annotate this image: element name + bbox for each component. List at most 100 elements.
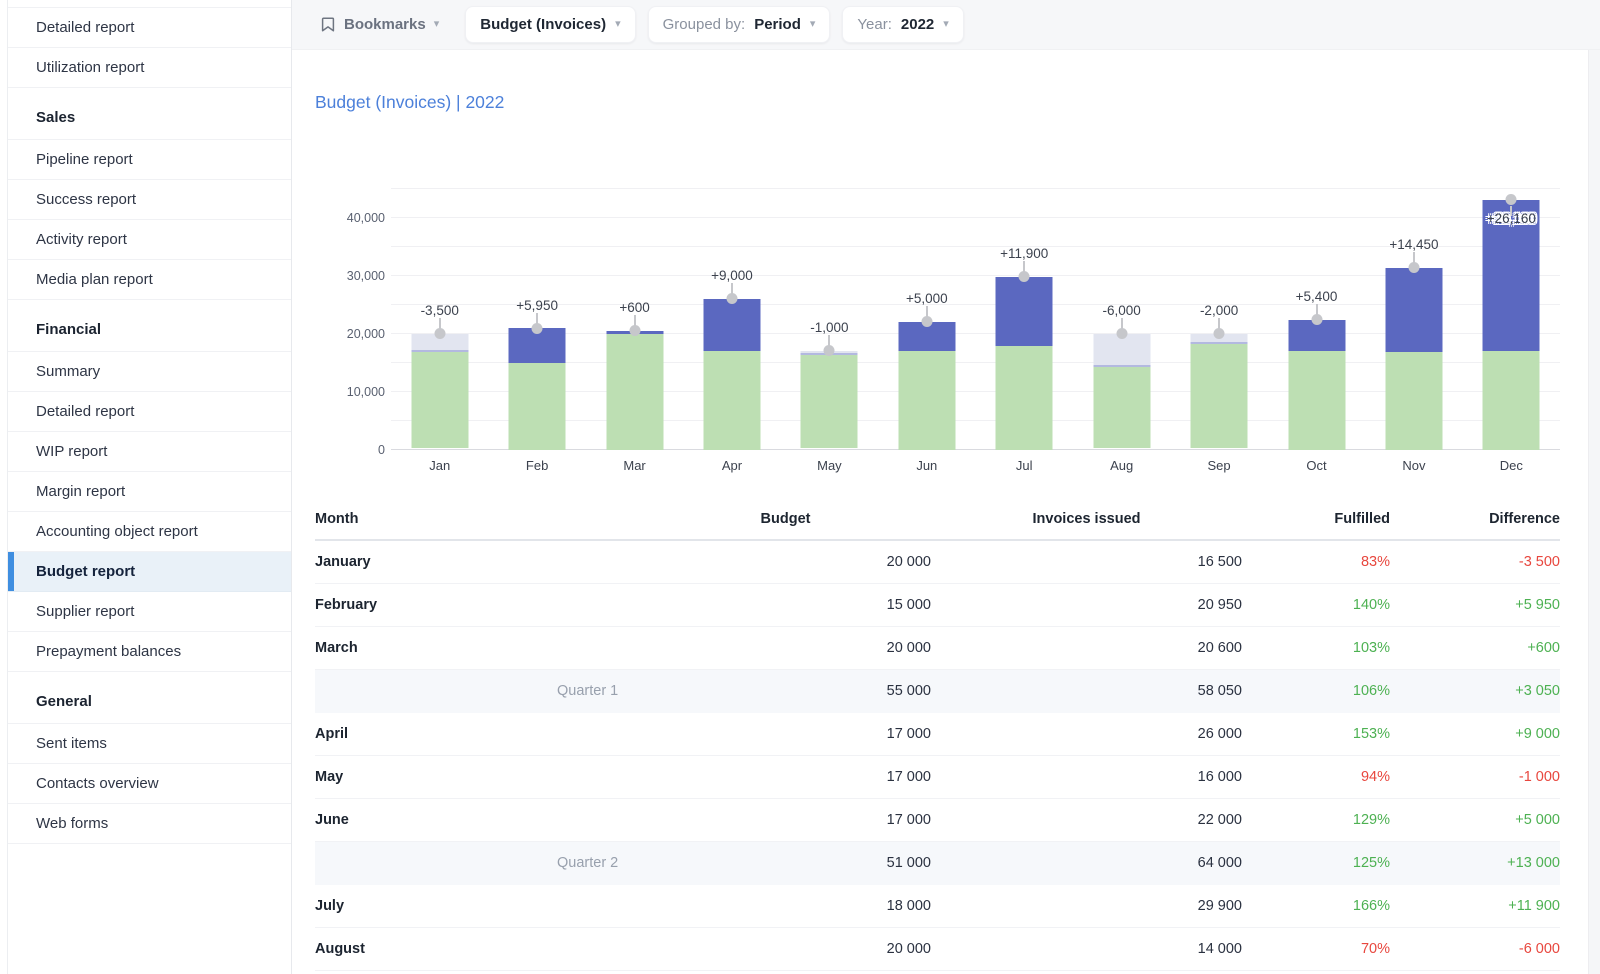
budget-bar-chart: 010,00020,00030,00040,000 -3,500+5,950+6… (315, 183, 1560, 478)
cell-budget: 17 000 (640, 726, 931, 742)
cell-budget: 17 000 (640, 769, 931, 785)
table-row: January20 00016 50083%-3 500 (315, 541, 1560, 584)
sidebar-nav: Detailed reportUtilization reportSalesPi… (8, 0, 291, 974)
bar-marker-dot (1019, 271, 1030, 282)
bar-group-jul[interactable]: +11,900 (976, 183, 1073, 450)
sidebar-item-sent-items[interactable]: Sent items (8, 724, 291, 764)
cell-budget: 15 000 (640, 597, 931, 613)
bar-stack (1093, 334, 1150, 450)
bar-difference-label: +600 (619, 300, 649, 315)
overfulfilled-segment (1385, 268, 1442, 352)
quarter-summary-row: Quarter 251 00064 000125%+13 000 (315, 842, 1560, 885)
bar-group-mar[interactable]: +600 (586, 183, 683, 450)
column-header-fulfilled: Fulfilled (1242, 511, 1390, 527)
bar-marker-dot (1408, 262, 1419, 273)
year-label: Year: (857, 16, 891, 33)
bar-difference-label: +5,950 (516, 298, 558, 313)
cell-difference: +3 050 (1390, 683, 1560, 699)
sidebar-item-wip-report[interactable]: WIP report (8, 432, 291, 472)
bar-marker-dot (1214, 328, 1225, 339)
sidebar-item-web-forms[interactable]: Web forms (8, 804, 291, 844)
cell-budget: 55 000 (640, 683, 931, 699)
bar-stack (801, 351, 858, 450)
sidebar-item-supplier-report[interactable]: Supplier report (8, 592, 291, 632)
overfulfilled-segment (703, 299, 760, 351)
sidebar-item-pipeline-report[interactable]: Pipeline report (8, 140, 291, 180)
grouped-by-dropdown[interactable]: Grouped by: Period ▾ (648, 6, 831, 43)
cell-fulfilled: 103% (1242, 640, 1390, 656)
y-tick-label: 0 (378, 443, 385, 457)
cell-fulfilled: 129% (1242, 812, 1390, 828)
table-row: July18 00029 900166%+11 900 (315, 885, 1560, 928)
x-tick-label: Apr (683, 458, 780, 478)
cell-invoices-issued: 20 600 (931, 640, 1242, 656)
x-tick-label: Sep (1170, 458, 1267, 478)
bar-group-dec[interactable]: +26,160 (1463, 183, 1560, 450)
sidebar-item-utilization-report[interactable]: Utilization report (8, 48, 291, 88)
table-row: March20 00020 600103%+600 (315, 627, 1560, 670)
cell-invoices-issued: 26 000 (931, 726, 1242, 742)
sidebar-item-success-report[interactable]: Success report (8, 180, 291, 220)
x-tick-label: Jul (976, 458, 1073, 478)
chevron-down-icon: ▾ (943, 19, 949, 30)
bar-group-jan[interactable]: -3,500 (391, 183, 488, 450)
cell-month: Quarter 2 (315, 855, 640, 871)
y-tick-label: 20,000 (347, 327, 385, 341)
bar-group-aug[interactable]: -6,000 (1073, 183, 1170, 450)
report-type-dropdown[interactable]: Budget (Invoices) ▾ (465, 6, 635, 43)
bar-marker-dot (1116, 328, 1127, 339)
bar-group-jun[interactable]: +5,000 (878, 183, 975, 450)
bar-group-apr[interactable]: +9,000 (683, 183, 780, 450)
x-tick-label: Dec (1463, 458, 1560, 478)
bar-stack (703, 299, 760, 450)
sidebar-item-prepayment-balances[interactable]: Prepayment balances (8, 632, 291, 672)
bar-stack (606, 331, 663, 450)
sidebar-item-accounting-object-report[interactable]: Accounting object report (8, 512, 291, 552)
sidebar-item-media-plan-report[interactable]: Media plan report (8, 260, 291, 300)
cell-difference: +5 000 (1390, 812, 1560, 828)
main-area: Bookmarks ▾ Budget (Invoices) ▾ Grouped … (292, 0, 1600, 974)
year-dropdown[interactable]: Year: 2022 ▾ (842, 6, 963, 43)
overfulfilled-segment (996, 277, 1053, 346)
cell-invoices-issued: 58 050 (931, 683, 1242, 699)
bar-stack (898, 322, 955, 450)
sidebar-item-contacts-overview[interactable]: Contacts overview (8, 764, 291, 804)
sidebar-item-budget-report[interactable]: Budget report (8, 552, 291, 592)
chevron-down-icon: ▾ (615, 19, 621, 30)
x-tick-label: Mar (586, 458, 683, 478)
bar-group-feb[interactable]: +5,950 (488, 183, 585, 450)
x-tick-label: May (781, 458, 878, 478)
bar-group-nov[interactable]: +14,450 (1365, 183, 1462, 450)
grouped-by-value: Period (754, 16, 801, 33)
bar-group-oct[interactable]: +5,400 (1268, 183, 1365, 450)
fulfilled-segment (509, 363, 566, 450)
reports-sidebar: Detailed reportUtilization reportSalesPi… (0, 0, 292, 974)
sidebar-item-detailed-report[interactable]: Detailed report (8, 8, 291, 48)
cell-month: August (315, 941, 640, 957)
table-row: February15 00020 950140%+5 950 (315, 584, 1560, 627)
sidebar-gutter (0, 0, 8, 974)
quarter-summary-row: Quarter 155 00058 050106%+3 050 (315, 670, 1560, 713)
sidebar-item-summary[interactable]: Summary (8, 352, 291, 392)
bar-group-sep[interactable]: -2,000 (1170, 183, 1267, 450)
report-content: Budget (Invoices) | 2022 010,00020,00030… (292, 92, 1600, 971)
sidebar-item-detailed-report[interactable]: Detailed report (8, 392, 291, 432)
cell-difference: +9 000 (1390, 726, 1560, 742)
chart-bars: -3,500 +5,950 +600 +9,000 -1,000 +5,000+11,90… (391, 183, 1560, 450)
sidebar-item-activity-report[interactable]: Activity report (8, 220, 291, 260)
vertical-scrollbar[interactable] (1588, 50, 1600, 974)
cell-invoices-issued: 14 000 (931, 941, 1242, 957)
report-type-value: Budget (Invoices) (480, 16, 606, 33)
cell-budget: 20 000 (640, 640, 931, 656)
bar-difference-label: +5,400 (1296, 289, 1338, 304)
bar-marker-dot (824, 345, 835, 356)
sidebar-item-margin-report[interactable]: Margin report (8, 472, 291, 512)
fulfilled-segment (1483, 351, 1540, 450)
bookmarks-dropdown[interactable]: Bookmarks ▾ (320, 16, 439, 33)
chevron-down-icon: ▾ (810, 19, 816, 30)
bar-difference-label: -1,000 (810, 320, 848, 335)
cell-month: June (315, 812, 640, 828)
chevron-down-icon: ▾ (434, 19, 440, 30)
cell-month: Quarter 1 (315, 683, 640, 699)
bar-group-may[interactable]: -1,000 (781, 183, 878, 450)
